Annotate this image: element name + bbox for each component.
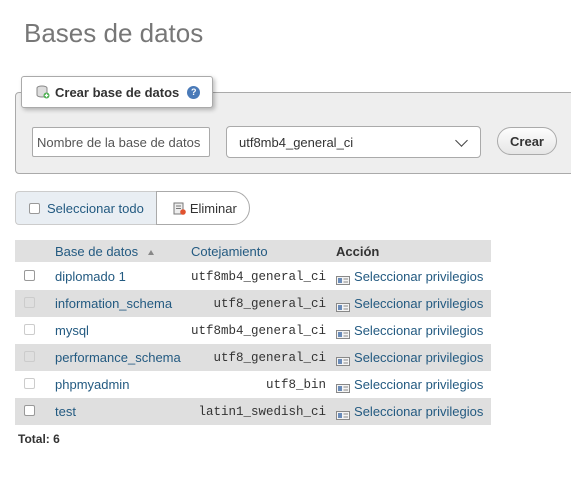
table-row: performance_schema utf8_general_ci Selecci… bbox=[15, 344, 492, 371]
row-checkbox-cell bbox=[15, 371, 50, 398]
privileges-link[interactable]: Seleccionar privilegios bbox=[331, 398, 492, 425]
database-name-link[interactable]: mysql bbox=[50, 317, 186, 344]
privileges-label: Seleccionar privilegios bbox=[354, 296, 484, 311]
privileges-label: Seleccionar privilegios bbox=[354, 269, 484, 284]
database-name-input[interactable] bbox=[32, 127, 210, 157]
help-icon[interactable]: ? bbox=[187, 85, 201, 99]
row-checkbox bbox=[24, 297, 35, 308]
table-row: test latin1_swedish_ci Seleccionar privile… bbox=[15, 398, 492, 425]
privileges-icon bbox=[336, 300, 351, 313]
privileges-label: Seleccionar privilegios bbox=[354, 350, 484, 365]
privileges-link[interactable]: Seleccionar privilegios bbox=[331, 290, 492, 317]
privileges-link[interactable]: Seleccionar privilegios bbox=[331, 317, 491, 344]
page-title: Bases de datos bbox=[24, 18, 204, 48]
collation-select[interactable]: utf8mb4_general_ci bbox=[226, 126, 481, 158]
create-database-legend-label: Crear base de datos bbox=[55, 84, 180, 100]
row-checkbox-cell bbox=[15, 344, 50, 371]
chevron-down-icon bbox=[455, 134, 468, 147]
row-checkbox[interactable] bbox=[24, 270, 35, 281]
table-row: diplomado 1 utf8mb4_general_ci Seleccionar… bbox=[15, 263, 491, 291]
row-checkbox[interactable] bbox=[24, 405, 35, 416]
select-all-checkbox[interactable] bbox=[29, 202, 40, 214]
privileges-icon bbox=[336, 408, 351, 421]
database-collation: utf8_general_ci bbox=[186, 344, 332, 371]
header-database-label: Base de datos bbox=[55, 243, 139, 259]
table-row: information_schema utf8_general_ci Selecci… bbox=[15, 290, 492, 317]
privileges-label: Seleccionar privilegios bbox=[354, 323, 484, 338]
select-all-label: Seleccionar todo bbox=[47, 200, 144, 216]
sort-asc-icon bbox=[148, 249, 155, 255]
privileges-label: Seleccionar privilegios bbox=[354, 404, 484, 419]
row-checkbox-cell bbox=[15, 317, 50, 344]
databases-table-body: diplomado 1 utf8mb4_general_ci Seleccionar… bbox=[15, 263, 492, 425]
row-checkbox-cell bbox=[15, 290, 50, 317]
database-name-link[interactable]: diplomado 1 bbox=[50, 263, 186, 291]
row-checkbox-cell bbox=[15, 263, 50, 291]
database-collation: utf8mb4_general_ci bbox=[191, 269, 327, 284]
row-checkbox-cell bbox=[15, 398, 50, 425]
bulk-actions: Seleccionar todo Eliminar bbox=[15, 191, 250, 225]
privileges-link[interactable]: Seleccionar privilegios bbox=[331, 263, 491, 291]
privileges-icon bbox=[336, 273, 351, 286]
header-collation[interactable]: Cotejamiento bbox=[186, 240, 332, 263]
table-row: mysql utf8mb4_general_ci Seleccionar privi… bbox=[15, 317, 491, 344]
create-button[interactable]: Crear bbox=[497, 127, 557, 155]
privileges-icon bbox=[336, 354, 351, 367]
create-database-legend: Crear base de datos ? bbox=[21, 76, 214, 108]
privileges-icon bbox=[336, 381, 351, 394]
table-header-row: Base de datos Cotejamiento Acción bbox=[15, 240, 492, 263]
table-row: phpmyadmin utf8_bin Seleccionar privilegio… bbox=[15, 371, 491, 398]
database-name-link[interactable]: performance_schema bbox=[50, 344, 186, 371]
databases-table: Base de datos Cotejamiento Acción diplom… bbox=[15, 240, 492, 425]
delete-icon bbox=[173, 202, 186, 215]
database-collation: latin1_swedish_ci bbox=[186, 398, 332, 425]
row-checkbox bbox=[24, 324, 35, 335]
delete-button[interactable]: Eliminar bbox=[155, 191, 250, 225]
database-name-link[interactable]: test bbox=[50, 398, 186, 425]
database-name-link[interactable]: phpmyadmin bbox=[50, 371, 186, 398]
total-count: Total: 6 bbox=[18, 432, 60, 446]
delete-label: Eliminar bbox=[189, 200, 237, 216]
collation-select-value: utf8mb4_general_ci bbox=[239, 134, 354, 150]
row-checkbox bbox=[24, 351, 35, 362]
privileges-label: Seleccionar privilegios bbox=[354, 377, 484, 392]
privileges-icon bbox=[336, 327, 351, 340]
database-add-icon bbox=[36, 85, 50, 99]
select-all-toggle[interactable]: Seleccionar todo bbox=[15, 191, 156, 225]
database-name-link[interactable]: information_schema bbox=[50, 290, 186, 317]
privileges-link[interactable]: Seleccionar privilegios bbox=[331, 344, 492, 371]
header-database[interactable]: Base de datos bbox=[50, 240, 186, 263]
database-collation: utf8_bin bbox=[266, 377, 327, 392]
row-checkbox bbox=[24, 378, 35, 389]
privileges-link[interactable]: Seleccionar privilegios bbox=[331, 371, 491, 398]
header-action: Acción bbox=[331, 240, 492, 263]
database-collation: utf8_general_ci bbox=[186, 290, 332, 317]
database-collation: utf8mb4_general_ci bbox=[191, 323, 327, 338]
header-checkbox-col bbox=[15, 240, 50, 263]
